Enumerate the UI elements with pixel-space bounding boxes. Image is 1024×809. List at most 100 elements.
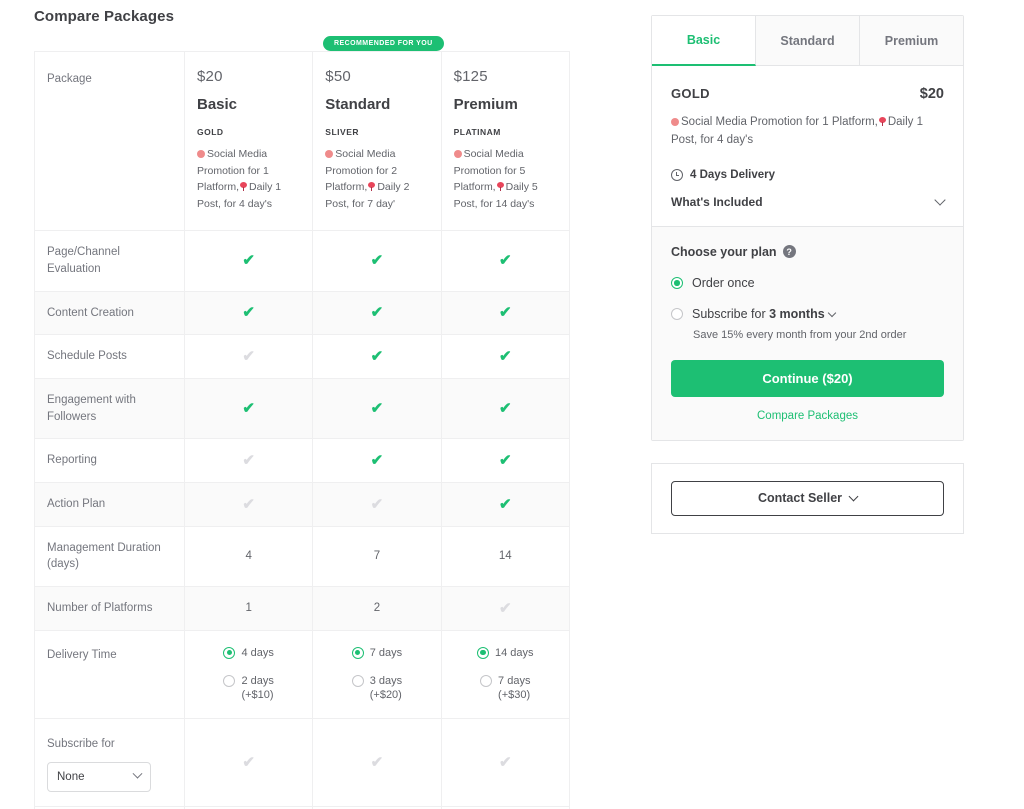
sparkle-icon: [453, 150, 462, 158]
pin-icon: [878, 117, 886, 126]
table-row: Content Creation ✔ ✔ ✔: [34, 290, 570, 336]
chevron-down-icon: [132, 769, 143, 780]
tier-row: GOLD $20: [671, 86, 944, 102]
feature-cell-0: ✔: [183, 230, 314, 292]
package-name: Premium: [453, 96, 518, 113]
chevron-down-icon[interactable]: [827, 308, 836, 318]
delivery-cell-1: 7 days 3 days (+$20): [312, 629, 442, 720]
feature-cell-1: ✔: [312, 334, 442, 379]
radio-icon[interactable]: [476, 646, 489, 659]
package-tier: GOLD: [197, 127, 224, 137]
whats-included-toggle[interactable]: What's Included: [671, 193, 946, 226]
row-label-package: Package: [34, 50, 185, 232]
feature-cell-1: ✔: [312, 230, 442, 292]
table-row-delivery-time: Delivery Time 4 days 2 days (+$10) 7 days 3 d…: [34, 629, 570, 720]
package-card-body: GOLD $20 Social Media Promotion for 1 Pl…: [652, 66, 963, 226]
radio-subscribe[interactable]: [671, 308, 683, 321]
tab-premium[interactable]: Premium: [860, 16, 963, 66]
delivery-option-primary[interactable]: 14 days: [450, 646, 561, 661]
radio-icon[interactable]: [223, 646, 236, 659]
chevron-down-icon: [934, 193, 946, 206]
table-row: Page/Channel Evaluation ✔ ✔ ✔: [34, 230, 570, 292]
plan-savings-note: Save 15% every month from your 2nd order: [693, 328, 907, 341]
compare-table: Package $20 Basic GOLD Social Media Prom…: [34, 50, 570, 809]
plan-option-label: Order once: [692, 275, 755, 290]
chevron-down-icon: [848, 491, 859, 502]
feature-cell-1: ✔: [312, 377, 442, 440]
feature-cell-0: ✔: [183, 482, 314, 527]
radio-icon[interactable]: [351, 646, 364, 659]
feature-cell-2: ✔: [440, 377, 570, 440]
tab-basic[interactable]: Basic: [652, 16, 756, 66]
sparkle-icon: [197, 150, 205, 158]
feature-cell-1: 7: [312, 525, 442, 588]
package-description: Social Media Promotion for 1 Platform, Da…: [671, 114, 944, 150]
plan-option-subscribe[interactable]: Subscribe for 3 months: [671, 307, 944, 321]
delivery-label: 4 Days Delivery: [690, 168, 776, 181]
delivery-option-label: 14 days: [494, 646, 534, 659]
check-icon: ✔: [242, 252, 255, 270]
check-icon: ✔: [242, 400, 255, 418]
plan-option-order-once[interactable]: Order once: [671, 276, 944, 290]
feature-cell-2: ✔: [440, 586, 570, 631]
check-icon: ✔: [370, 252, 384, 270]
tier-name: GOLD: [671, 86, 710, 101]
package-name: Basic: [197, 96, 238, 113]
delivery-option-express[interactable]: 3 days (+$20): [321, 674, 432, 704]
check-icon-disabled: ✔: [242, 348, 255, 366]
subscribe-duration: 3 months: [769, 306, 825, 321]
delivery-option-label: 3 days (+$20): [369, 674, 403, 702]
delivery-option-primary[interactable]: 4 days: [193, 646, 304, 661]
check-icon: ✔: [370, 452, 384, 470]
radio-icon[interactable]: [223, 674, 236, 687]
continue-button[interactable]: Continue ($20): [671, 359, 944, 397]
pin-icon: [496, 182, 504, 192]
help-icon[interactable]: ?: [782, 245, 796, 259]
tab-standard[interactable]: Standard: [756, 16, 860, 66]
table-row: Action Plan ✔ ✔ ✔: [34, 482, 570, 527]
table-row: Engagement with Followers ✔ ✔ ✔: [34, 377, 570, 440]
subscribe-cell-1: ✔: [312, 718, 442, 808]
package-description: Social Media Promotion for 1 Platform, Da…: [197, 146, 300, 212]
check-icon-disabled: ✔: [242, 452, 255, 470]
delivery-cell-0: 4 days 2 days (+$10): [183, 629, 314, 720]
table-row: Management Duration (days) 4 7 14: [34, 525, 570, 588]
radio-icon[interactable]: [351, 674, 364, 687]
package-name: Standard: [325, 96, 391, 113]
row-label: Action Plan: [34, 482, 185, 527]
plan-option-label: Subscribe for 3 months: [692, 306, 836, 321]
radio-order-once[interactable]: [671, 277, 683, 290]
compare-packages-link[interactable]: Compare Packages: [671, 410, 944, 422]
package-description: Social Media Promotion for 2 Platform, Da…: [325, 146, 428, 212]
recommended-badge: RECOMMENDED FOR YOU: [323, 36, 444, 51]
delivery-option-express[interactable]: 7 days (+$30): [450, 674, 561, 704]
check-icon: ✔: [498, 452, 512, 470]
check-icon: ✔: [370, 400, 384, 418]
package-sidebar: Basic Standard Premium GOLD $20 Social M…: [651, 15, 964, 534]
row-label: Number of Platforms: [34, 586, 185, 631]
clock-icon: [671, 168, 683, 181]
delivery-option-primary[interactable]: 7 days: [321, 646, 432, 661]
radio-icon[interactable]: [480, 674, 493, 687]
row-label: Page/Channel Evaluation: [34, 230, 185, 292]
feature-cell-1: ✔: [312, 290, 442, 336]
table-row: Reporting ✔ ✔ ✔: [34, 438, 570, 484]
subscribe-select[interactable]: None: [47, 761, 151, 792]
contact-seller-button[interactable]: Contact Seller: [671, 480, 944, 516]
check-icon: ✔: [370, 348, 384, 366]
delivery-time: 4 Days Delivery: [671, 168, 944, 181]
check-icon-disabled: ✔: [498, 754, 512, 772]
choose-plan-title: Choose your plan ?: [671, 245, 944, 259]
whats-included-label: What's Included: [671, 194, 763, 209]
delivery-option-label: 2 days (+$10): [241, 674, 274, 702]
package-price: $125: [453, 68, 488, 85]
row-label: Engagement with Followers: [34, 377, 185, 440]
check-icon: ✔: [498, 304, 512, 322]
check-icon: ✔: [242, 304, 255, 322]
pin-icon: [368, 182, 376, 192]
check-icon-disabled: ✔: [370, 495, 384, 513]
contact-seller-card: Contact Seller: [651, 462, 964, 534]
feature-cell-1: 2: [312, 586, 442, 631]
package-price: $50: [325, 68, 351, 85]
delivery-option-express[interactable]: 2 days (+$10): [193, 674, 304, 704]
